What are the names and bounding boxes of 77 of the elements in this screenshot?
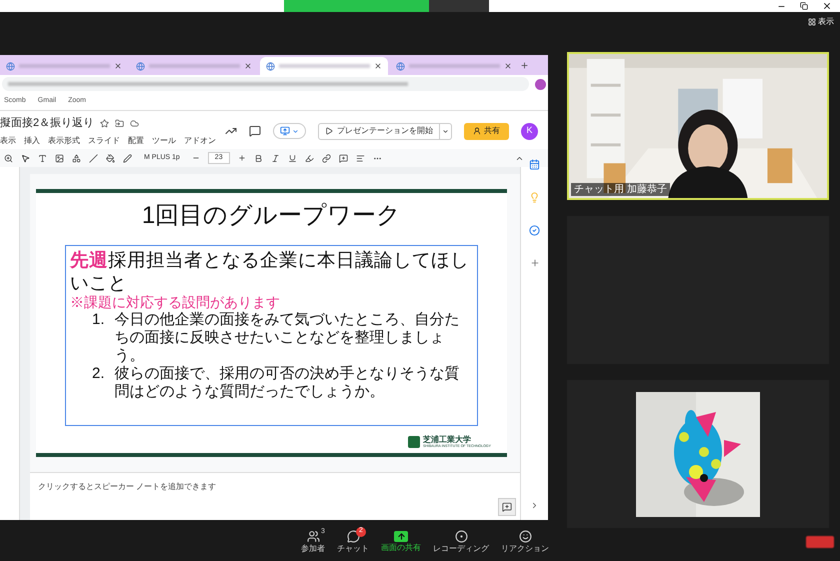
screen-share-icon bbox=[280, 126, 290, 136]
slide-title: 1回目のグループワーク bbox=[142, 201, 402, 231]
highlighter-icon[interactable] bbox=[304, 154, 314, 162]
folder-icon[interactable] bbox=[115, 119, 124, 128]
caret-icon bbox=[292, 128, 299, 134]
meet-button[interactable] bbox=[273, 123, 306, 139]
menu-item[interactable]: 配置 bbox=[128, 134, 144, 147]
select-icon[interactable] bbox=[21, 154, 30, 162]
fill-icon[interactable] bbox=[106, 154, 115, 162]
text-box-icon[interactable] bbox=[38, 154, 47, 162]
grid-icon bbox=[808, 18, 816, 26]
list-number: 2. bbox=[92, 365, 105, 384]
menu-item[interactable]: アドオン bbox=[184, 134, 216, 147]
logo-name: 芝浦工業大学 bbox=[422, 435, 472, 444]
caret-icon bbox=[442, 128, 449, 134]
add-note-icon[interactable] bbox=[498, 498, 516, 516]
close-icon[interactable] bbox=[822, 1, 832, 11]
toolbar-button[interactable]: リアクション bbox=[495, 530, 555, 554]
slide-note: ※課題に対応する設問があります bbox=[70, 294, 281, 311]
present-button[interactable]: プレゼンテーションを開始 bbox=[318, 122, 440, 140]
image-icon[interactable] bbox=[55, 154, 64, 162]
link-icon[interactable] bbox=[322, 154, 331, 162]
align-icon[interactable] bbox=[356, 154, 365, 162]
close-tab-icon[interactable] bbox=[504, 62, 512, 70]
smiley-icon bbox=[518, 530, 532, 542]
people-icon bbox=[306, 530, 320, 542]
menu-item[interactable]: 表示形式 bbox=[48, 134, 80, 147]
menu-item[interactable]: 表示 bbox=[0, 134, 16, 147]
list-text: 彼らの面接で、採用の可否の決め手となりそうな質問はどのような質問だったでしょうか。 bbox=[114, 365, 461, 401]
new-tab-icon[interactable] bbox=[520, 61, 529, 70]
favicon-icon[interactable] bbox=[136, 62, 145, 70]
italic-icon[interactable] bbox=[270, 154, 280, 162]
menu-item[interactable]: 挿入 bbox=[24, 134, 40, 147]
restore-icon[interactable] bbox=[800, 2, 808, 10]
play-icon bbox=[325, 127, 333, 135]
close-tab-icon[interactable] bbox=[114, 62, 122, 70]
share-button[interactable]: 共有 bbox=[464, 122, 509, 140]
plus-icon[interactable] bbox=[238, 154, 246, 162]
record-icon bbox=[454, 530, 468, 542]
favicon-icon[interactable] bbox=[396, 62, 405, 70]
close-tab-icon[interactable] bbox=[244, 62, 252, 70]
zoom-icon[interactable] bbox=[4, 154, 13, 162]
shapes-icon[interactable] bbox=[72, 154, 81, 162]
list-text: 今日の他企業の面接をみて気づいたところ、自分たちの面接に反映させたいことなどを整理しましょう。 bbox=[114, 311, 461, 365]
star-icon[interactable] bbox=[100, 119, 110, 128]
toolbar-button[interactable]: レコーディング bbox=[427, 530, 495, 554]
trend-icon[interactable] bbox=[225, 125, 237, 137]
person-icon bbox=[473, 127, 481, 135]
expand-icon[interactable] bbox=[530, 501, 539, 510]
pen-icon[interactable] bbox=[123, 154, 132, 162]
add-comment-icon[interactable] bbox=[338, 154, 348, 162]
tasks-icon[interactable] bbox=[529, 225, 540, 236]
cloud-icon[interactable] bbox=[130, 119, 140, 128]
document-title: 擬面接2＆振り返り bbox=[0, 116, 94, 132]
comment-icon[interactable] bbox=[249, 125, 261, 137]
account-avatar[interactable]: K bbox=[521, 122, 538, 140]
view-button[interactable]: 表示 bbox=[808, 16, 834, 28]
menu-item[interactable]: スライド bbox=[88, 134, 120, 147]
participant-name: チャット用 加藤恭子 bbox=[571, 183, 670, 196]
chat-icon bbox=[346, 530, 360, 542]
favicon-icon[interactable] bbox=[6, 62, 15, 70]
profile-avatar[interactable] bbox=[535, 78, 546, 90]
slide-text: 先週採用担当者となる企業に本日議論してほしいこと bbox=[70, 248, 470, 294]
calendar-icon[interactable] bbox=[529, 159, 540, 170]
share-screen-icon bbox=[394, 530, 408, 542]
underline-icon[interactable] bbox=[288, 154, 297, 162]
text-box[interactable]: 先週採用担当者となる企業に本日議論してほしいこと ※課題に対応する設問があります 1. 今日の他企業の面接をみて気づいたところ、自分たちの面接に反映させたいことなどを整理しましょう。 2. 彼らの面接で、採用の可否の決め手となりそうな質問はどのような質問だったでしょうか。 bbox=[65, 245, 478, 426]
logo-icon bbox=[408, 436, 420, 448]
toolbar-button[interactable]: 画面の共有 bbox=[375, 530, 427, 554]
add-icon[interactable] bbox=[530, 258, 540, 268]
close-tab-icon[interactable] bbox=[374, 62, 382, 70]
favicon-icon[interactable] bbox=[266, 62, 275, 70]
speaker-notes-placeholder[interactable]: クリックするとスピーカー ノートを追加できます bbox=[38, 481, 216, 493]
menu-item[interactable]: ツール bbox=[152, 134, 176, 147]
list-number: 1. bbox=[92, 311, 105, 330]
bold-icon[interactable] bbox=[254, 154, 263, 162]
line-icon[interactable] bbox=[89, 154, 98, 162]
